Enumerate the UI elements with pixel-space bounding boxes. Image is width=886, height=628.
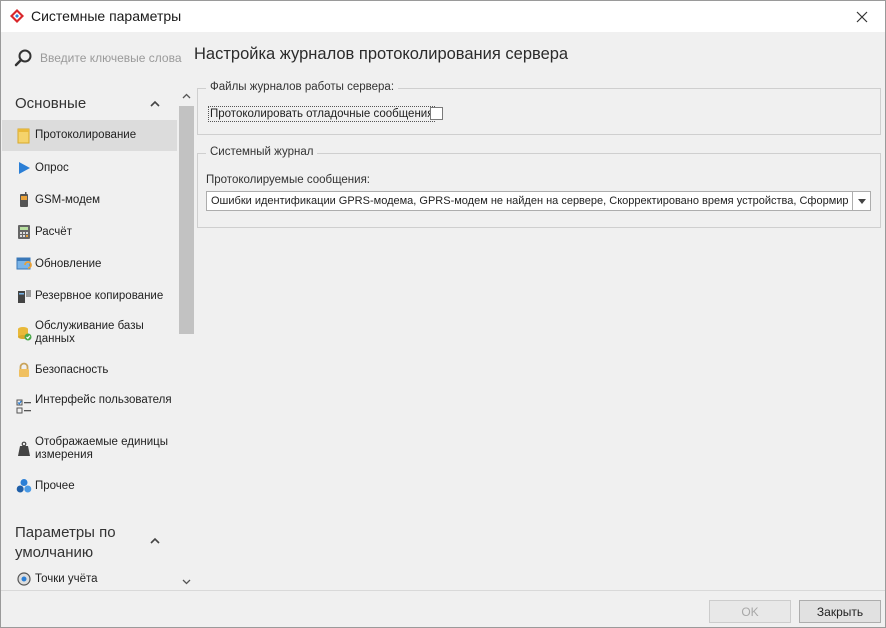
meter-icon — [17, 572, 31, 586]
server-logs-group: Файлы журналов работы сервера: Протоколи… — [197, 81, 881, 135]
sidebar-item-label: Расчёт — [35, 226, 72, 238]
server-logs-legend: Файлы журналов работы сервера: — [206, 81, 399, 93]
sidebar-item-db-maintenance[interactable]: Обслуживание базы данных — [2, 312, 177, 354]
ok-button[interactable]: OK — [709, 600, 791, 623]
sidebar-item-logging[interactable]: Протоколирование — [2, 120, 177, 151]
combo-dropdown-button[interactable] — [852, 192, 870, 210]
scroll-down-button[interactable] — [178, 574, 194, 590]
chevron-up-icon — [182, 93, 190, 99]
logged-messages-value: Ошибки идентификации GPRS-модема, GPRS-м… — [211, 195, 848, 207]
sidebar-item-label: Обновление — [35, 258, 102, 270]
sidebar-item-units[interactable]: Отображаемые единицы измерения — [2, 428, 177, 470]
sidebar-item-label: Интерфейс пользователя — [35, 394, 172, 406]
note-icon — [17, 128, 30, 144]
search-input[interactable] — [40, 48, 190, 68]
sidebar-item-gsm-modem[interactable]: GSM-модем — [2, 184, 177, 216]
system-log-legend: Системный журнал — [206, 146, 318, 158]
main-panel: Настройка журналов протоколирования серв… — [194, 32, 885, 590]
sidebar-item-label: Прочее — [35, 480, 75, 492]
close-window-button[interactable] — [839, 1, 885, 32]
debug-messages-label[interactable]: Протоколировать отладочные сообщения — [208, 106, 436, 122]
search-icon — [14, 49, 32, 67]
sidebar-item-label: Точки учёта — [35, 573, 98, 585]
sidebar-item-polling[interactable]: Опрос — [2, 152, 177, 184]
page-title: Настройка журналов протоколирования серв… — [194, 45, 569, 63]
sidebar-item-security[interactable]: Безопасность — [2, 354, 177, 386]
sidebar-item-label: Отображаемые единицы измерения — [35, 436, 169, 461]
app-logo-icon — [10, 9, 24, 23]
database-icon — [18, 327, 32, 341]
debug-messages-checkbox[interactable] — [430, 107, 443, 120]
sidebar-item-label: GSM-модем — [35, 194, 101, 206]
calculator-icon — [18, 225, 30, 239]
close-icon — [856, 11, 868, 22]
title-bar: Системные параметры — [1, 1, 885, 32]
chevron-up-icon[interactable] — [148, 97, 162, 111]
update-icon — [16, 257, 32, 270]
sidebar-item-label: Резервное копирование — [35, 290, 164, 302]
sidebar-item-calculation[interactable]: Расчёт — [2, 216, 177, 248]
checklist-icon — [16, 399, 31, 414]
sidebar-item-label: Обслуживание базы данных — [35, 320, 144, 345]
sidebar-item-backup[interactable]: Резервное копирование — [2, 280, 177, 312]
modem-icon — [20, 192, 28, 207]
sidebar-scrollbar[interactable] — [178, 88, 194, 590]
scroll-thumb[interactable] — [179, 106, 194, 334]
sidebar: Основные Протоколирование Опрос GSM-моде… — [2, 32, 194, 590]
lock-icon — [19, 362, 29, 377]
search-row — [2, 44, 194, 72]
chevron-up-icon[interactable] — [148, 534, 162, 548]
group-header-defaults[interactable]: Параметры по умолчанию — [15, 523, 155, 563]
weight-icon — [18, 441, 30, 456]
backup-icon — [18, 290, 31, 303]
sidebar-item-label: Безопасность — [35, 364, 109, 376]
sidebar-item-user-interface[interactable]: Интерфейс пользователя — [2, 386, 177, 428]
chevron-down-icon — [182, 579, 190, 585]
system-log-group: Системный журнал Протоколируемые сообщен… — [197, 146, 881, 228]
cubes-icon — [16, 479, 32, 493]
settings-window: Системные параметры Основные Протокол — [0, 0, 886, 628]
window-title: Системные параметры — [31, 8, 182, 24]
sidebar-item-metering-points[interactable]: Точки учёта — [2, 566, 177, 590]
play-icon — [19, 162, 30, 174]
sidebar-item-other[interactable]: Прочее — [2, 470, 177, 502]
dialog-footer: OK Закрыть — [1, 590, 885, 627]
close-button[interactable]: Закрыть — [799, 600, 881, 623]
sidebar-item-label: Протоколирование — [35, 129, 137, 141]
sidebar-item-update[interactable]: Обновление — [2, 248, 177, 280]
scroll-up-button[interactable] — [178, 88, 194, 104]
group-header-main[interactable]: Основные — [15, 94, 86, 114]
logged-messages-label: Протоколируемые сообщения: — [206, 174, 371, 186]
chevron-down-icon — [857, 198, 866, 204]
logged-messages-combo[interactable]: Ошибки идентификации GPRS-модема, GPRS-м… — [206, 191, 871, 211]
sidebar-item-label: Опрос — [35, 162, 69, 174]
